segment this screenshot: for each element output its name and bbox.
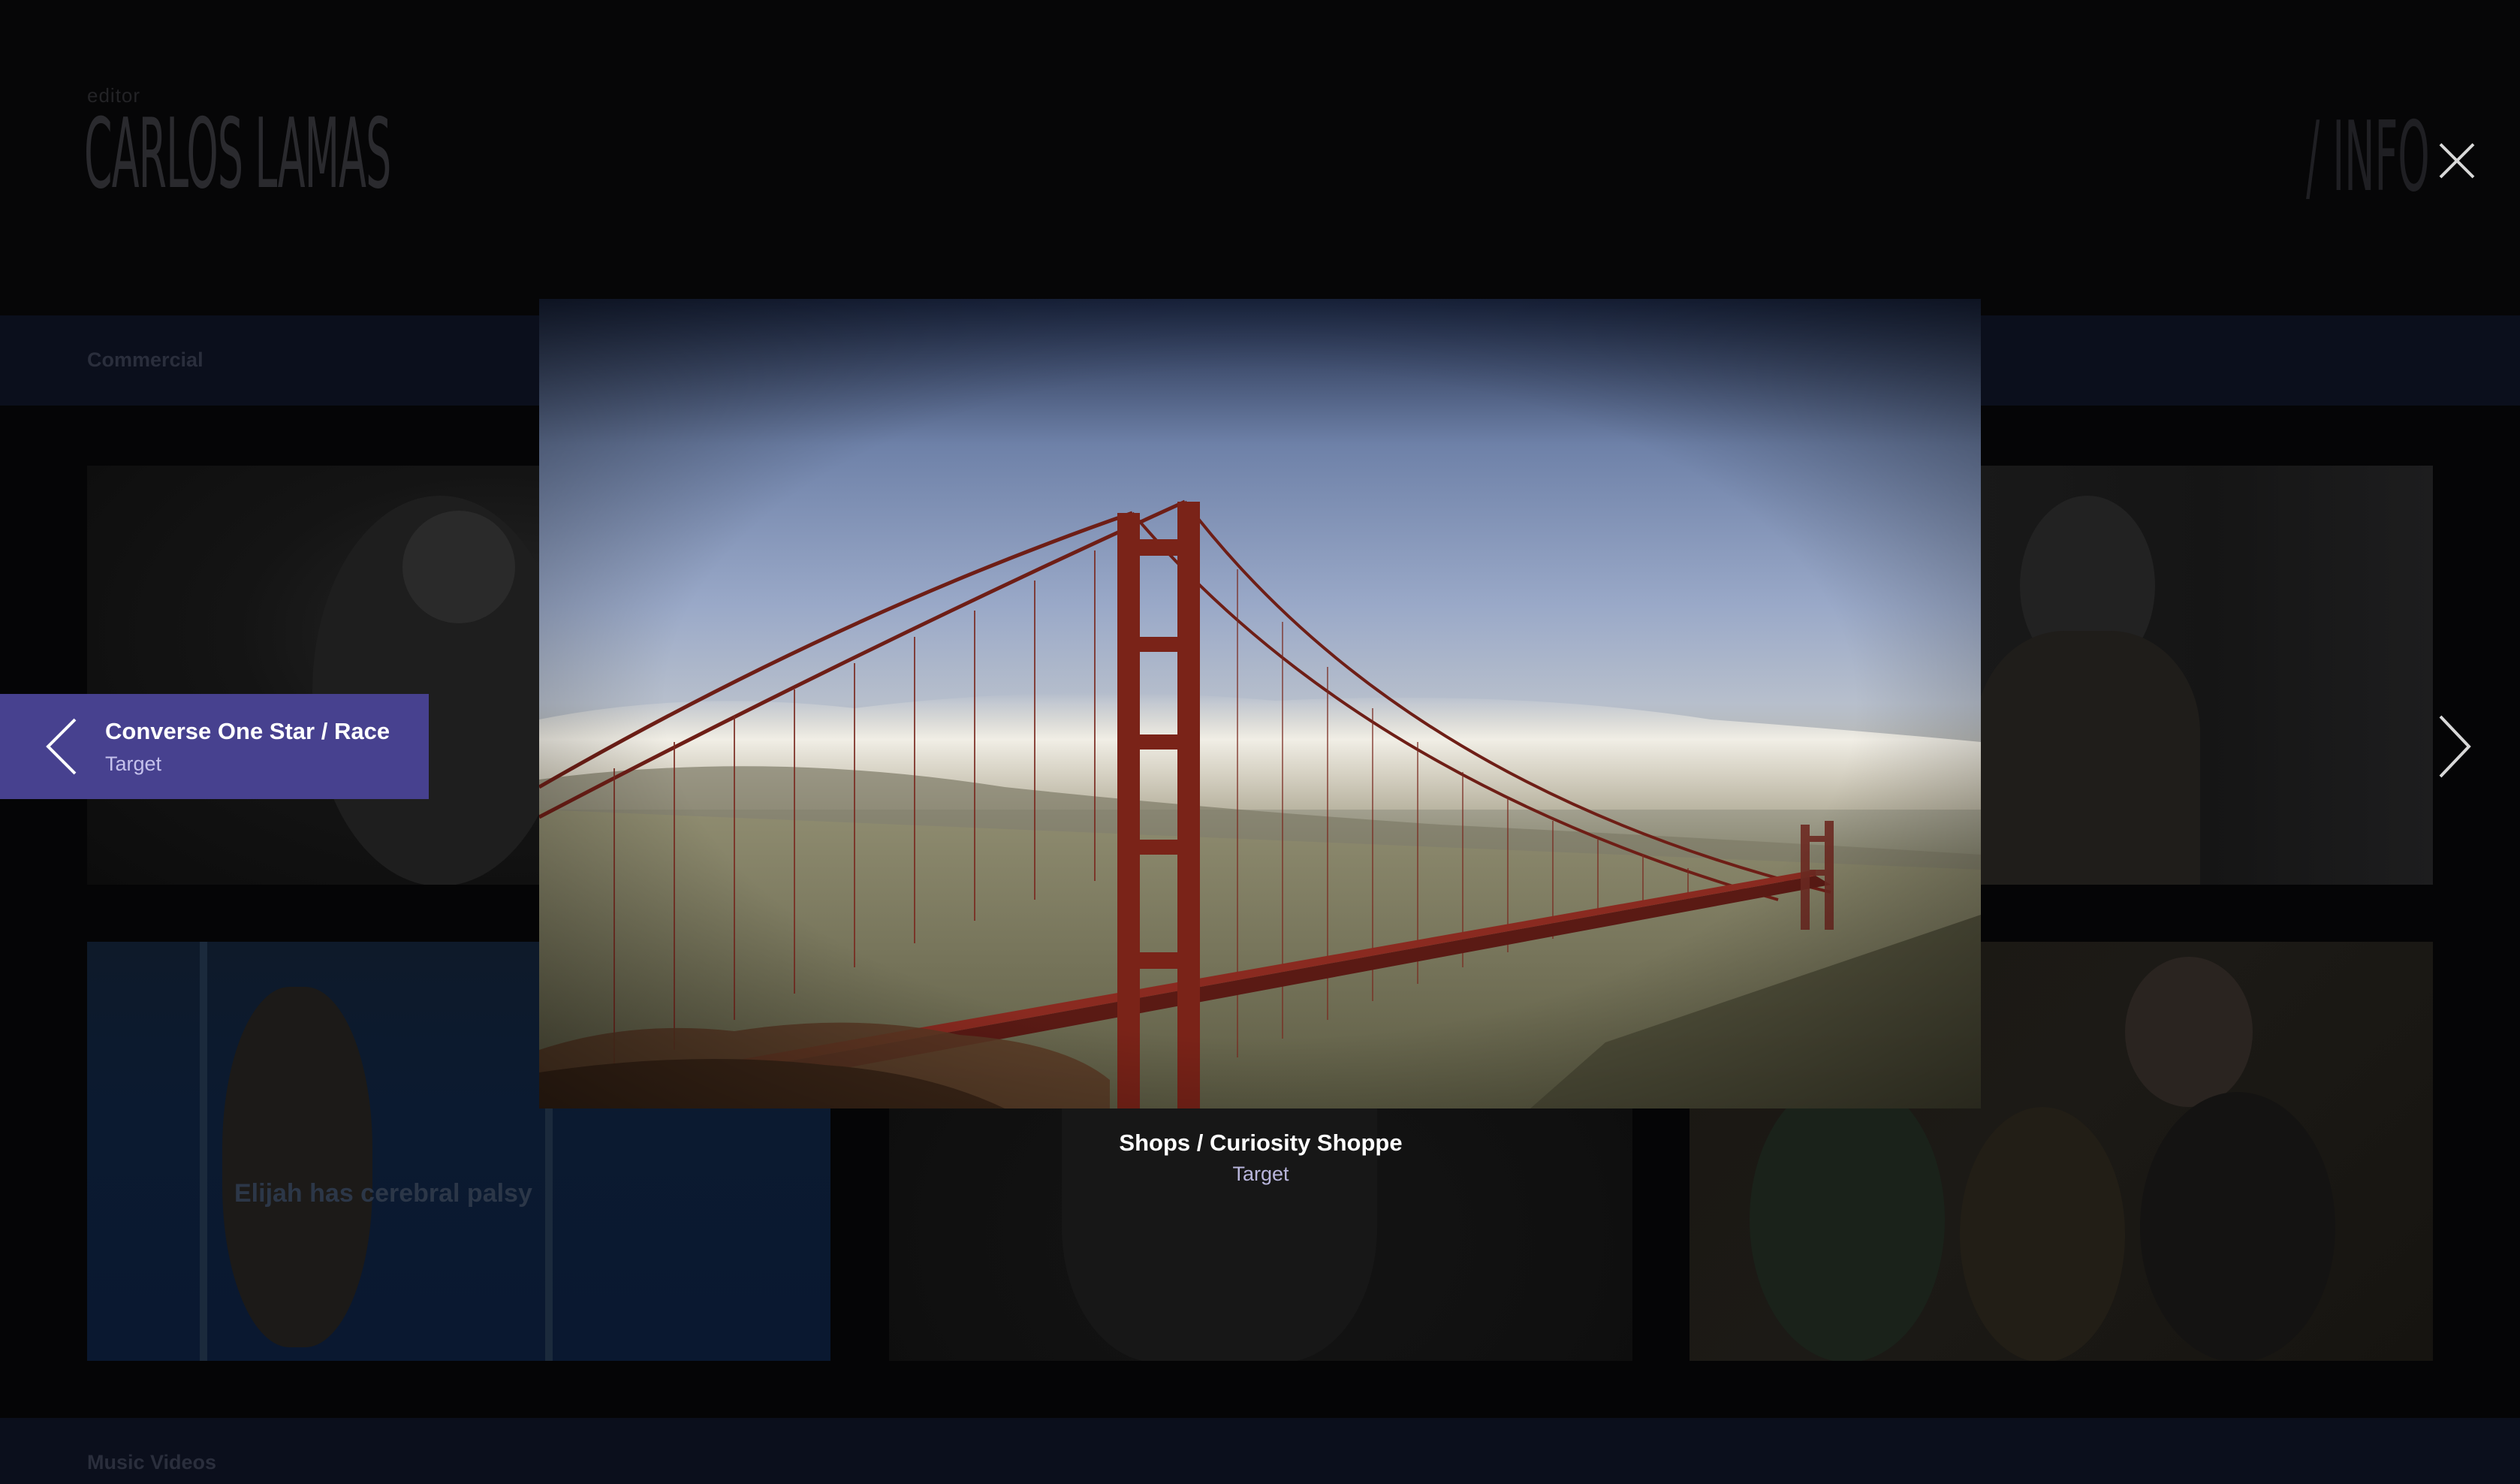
lightbox-page: editor CARLOS LAMAS / INFO Commercial El… — [0, 0, 2520, 1484]
chevron-right-icon — [2439, 715, 2471, 778]
previous-item-button[interactable]: Converse One Star / Race Target — [0, 694, 429, 799]
previous-item-title: Converse One Star / Race — [105, 718, 390, 744]
golden-gate-bridge-illustration — [539, 299, 1981, 1108]
next-item-button[interactable] — [2436, 713, 2473, 780]
section-bar-music-videos — [0, 1418, 2520, 1484]
chevron-left-icon — [46, 718, 77, 775]
previous-item-client: Target — [105, 753, 162, 775]
lightbox-client: Target — [1232, 1163, 1289, 1185]
lightbox-caption: Shops / Curiosity Shoppe Target — [889, 1127, 1632, 1188]
site-logo-name: CARLOS LAMAS — [84, 98, 391, 210]
close-icon — [2439, 143, 2475, 179]
lightbox-title: Shops / Curiosity Shoppe — [1119, 1130, 1403, 1156]
info-nav-link: / INFO — [2306, 101, 2430, 213]
section-label-music-videos: Music Videos — [87, 1451, 217, 1473]
close-button[interactable] — [2437, 141, 2476, 180]
section-label-commercial: Commercial — [87, 348, 203, 371]
thumbnail-4-caption: Elijah has cerebral palsy — [234, 1179, 532, 1208]
lightbox-video-still[interactable] — [539, 299, 1981, 1108]
